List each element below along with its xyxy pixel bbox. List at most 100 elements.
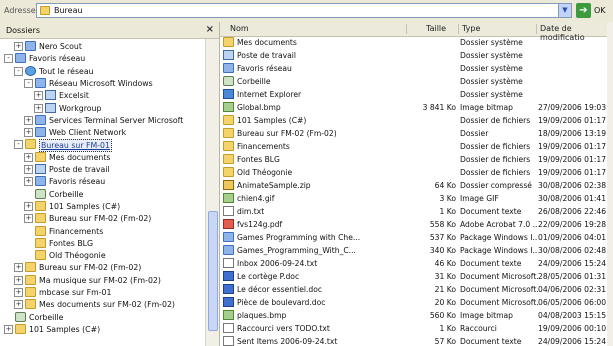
file-row[interactable]: Sent Items 2006-09-24.txt 57 Ko Document t… <box>220 336 613 346</box>
file-type: Image bitmap <box>460 311 513 320</box>
pdf-icon <box>223 219 234 229</box>
file-row[interactable]: Old Théogonie Dossier de fichiers 19/09/20… <box>220 167 613 178</box>
expand-icon[interactable]: + <box>14 42 23 51</box>
file-date: 30/08/2006 02:48 <box>538 246 607 255</box>
image-icon <box>223 310 234 320</box>
file-row[interactable]: Poste de travail Dossier système <box>220 50 613 61</box>
file-name: Inbox 2006-09-24.txt <box>237 259 318 268</box>
file-name: dim.txt <box>237 207 265 216</box>
file-row[interactable]: dim.txt 1 Ko Document texte 26/08/2006 22:4… <box>220 206 613 217</box>
file-row[interactable]: Raccourci vers TODO.txt 1 Ko Raccourci 19/0… <box>220 323 613 334</box>
expand-icon[interactable]: + <box>24 115 33 125</box>
folder-icon <box>223 128 234 138</box>
expand-icon[interactable]: + <box>14 288 23 297</box>
expand-icon[interactable]: + <box>4 324 13 334</box>
address-input[interactable]: Bureau ▼ <box>36 3 572 18</box>
collapse-icon[interactable]: - <box>4 54 13 64</box>
file-type: Document Microsoft... <box>460 272 538 281</box>
column-type[interactable]: Type <box>462 24 480 33</box>
folder-icon <box>223 115 234 125</box>
file-row[interactable]: 101 Samples (C#) Dossier de fichiers 19/09… <box>220 115 613 126</box>
file-date: 24/09/2006 15:24 <box>538 337 607 346</box>
file-row[interactable]: Pièce de boulevard.doc 20 Ko Document Micr… <box>220 297 613 308</box>
expand-icon[interactable]: + <box>14 263 23 273</box>
expand-icon[interactable]: + <box>24 165 33 174</box>
chevron-down-icon[interactable]: ▼ <box>558 4 571 17</box>
file-row[interactable]: AnimateSample.zip 64 Ko Dossier compressé 3… <box>220 180 613 191</box>
tree-node-label: Old Théogonie <box>49 251 106 261</box>
file-row[interactable]: Global.bmp 3 841 Ko Image bitmap 27/09/2006… <box>220 102 613 113</box>
expand-icon[interactable]: + <box>24 128 33 138</box>
file-row[interactable]: Mes documents Dossier système <box>220 37 613 48</box>
address-value: Bureau <box>54 6 83 15</box>
file-row[interactable]: plaques.bmp 560 Ko Image bitmap 04/08/2003 … <box>220 310 613 321</box>
computer-icon <box>45 102 56 113</box>
file-size: 1 Ko <box>439 207 457 216</box>
file-date: 27/09/2006 19:03 <box>538 103 607 112</box>
file-row[interactable]: Le cortège P.doc 31 Ko Document Microsoft.… <box>220 271 613 282</box>
ie-icon <box>223 89 234 99</box>
column-divider[interactable] <box>406 24 407 34</box>
file-row[interactable]: Favoris réseau Dossier système <box>220 63 613 74</box>
column-size[interactable]: Taille <box>426 24 446 33</box>
column-name[interactable]: Nom <box>230 24 249 33</box>
folder-icon <box>35 237 46 248</box>
collapse-icon[interactable]: - <box>24 78 33 88</box>
word-doc-icon <box>223 284 234 294</box>
file-row[interactable]: Financements Dossier de fichiers 19/09/200… <box>220 141 613 152</box>
close-icon[interactable]: × <box>206 24 214 35</box>
file-size: 537 Ko <box>429 233 456 242</box>
text-file-icon <box>223 258 234 268</box>
file-row[interactable]: Corbeille Dossier système <box>220 76 613 87</box>
list-scrollbar[interactable] <box>607 22 613 346</box>
file-date: 06/05/2006 06:00 <box>538 298 607 307</box>
tree-node-label: Poste de travail <box>49 165 110 174</box>
file-row[interactable]: Games Programming with Che... 537 Ko Packa… <box>220 232 613 243</box>
trash-icon <box>35 188 46 199</box>
network-icon <box>15 53 26 64</box>
expand-icon[interactable]: + <box>14 275 23 285</box>
file-row[interactable]: fvs124g.pdf 558 Ko Adobe Acrobat 7.0 ... 22… <box>220 219 613 230</box>
file-row[interactable]: Inbox 2006-09-24.txt 46 Ko Document texte 2… <box>220 258 613 269</box>
go-button[interactable]: ➔ OK <box>576 3 610 18</box>
file-row[interactable]: Bureau sur FM-02 (Fm-02) Dossier 18/09/200… <box>220 128 613 139</box>
expand-icon[interactable]: + <box>34 103 43 113</box>
tree-node-label: Corbeille <box>49 189 84 199</box>
collapse-icon[interactable]: - <box>14 140 23 150</box>
file-type: Dossier de fichiers <box>460 155 531 164</box>
file-row[interactable]: Games_Programming_With_C... 340 Ko Package… <box>220 245 613 256</box>
column-divider[interactable] <box>458 24 459 34</box>
file-row[interactable]: chien4.gif 3 Ko Image GIF 30/08/2006 01:41 <box>220 193 613 204</box>
collapse-icon[interactable]: - <box>14 66 23 76</box>
folder-icon <box>35 225 46 236</box>
file-row[interactable]: Internet Explorer Dossier système <box>220 89 613 100</box>
tree-scrollbar-thumb[interactable] <box>208 211 218 331</box>
computer-icon <box>45 90 56 101</box>
folder-icon <box>223 154 234 164</box>
file-row[interactable]: Fontes BLG Dossier de fichiers 19/09/2006 … <box>220 154 613 165</box>
file-list-panel: Nom Taille Type Date de modificatio Mes … <box>220 22 613 346</box>
file-row[interactable]: Le décor essentiel.doc 21 Ko Document Micr… <box>220 284 613 295</box>
file-name: Old Théogonie <box>237 168 293 177</box>
file-name: Mes documents <box>237 38 297 47</box>
folder-icon <box>223 141 234 151</box>
file-type: Dossier de fichiers <box>460 168 531 177</box>
expand-icon[interactable]: + <box>24 177 33 187</box>
file-date: 30/08/2006 01:41 <box>538 194 607 203</box>
network-icon <box>35 127 46 138</box>
expand-icon[interactable]: + <box>24 214 33 224</box>
expand-icon[interactable]: + <box>14 300 23 310</box>
file-size: 31 Ko <box>434 272 456 281</box>
file-type: Package Windows I... <box>460 246 538 255</box>
expand-icon[interactable]: + <box>24 201 33 211</box>
tree-node-label: Mes documents sur FM-02 (Fm-02) <box>39 300 175 310</box>
expand-icon[interactable]: + <box>24 152 33 162</box>
go-label: OK <box>594 6 606 15</box>
expand-icon[interactable]: + <box>34 91 43 101</box>
column-divider[interactable] <box>536 24 537 34</box>
file-type: Adobe Acrobat 7.0 ... <box>460 220 538 229</box>
tree-header: Dossiers × <box>0 22 219 39</box>
tree-scrollbar[interactable] <box>205 39 219 346</box>
file-date: 30/08/2006 02:38 <box>538 181 607 190</box>
file-date: 28/05/2006 01:31 <box>538 272 607 281</box>
